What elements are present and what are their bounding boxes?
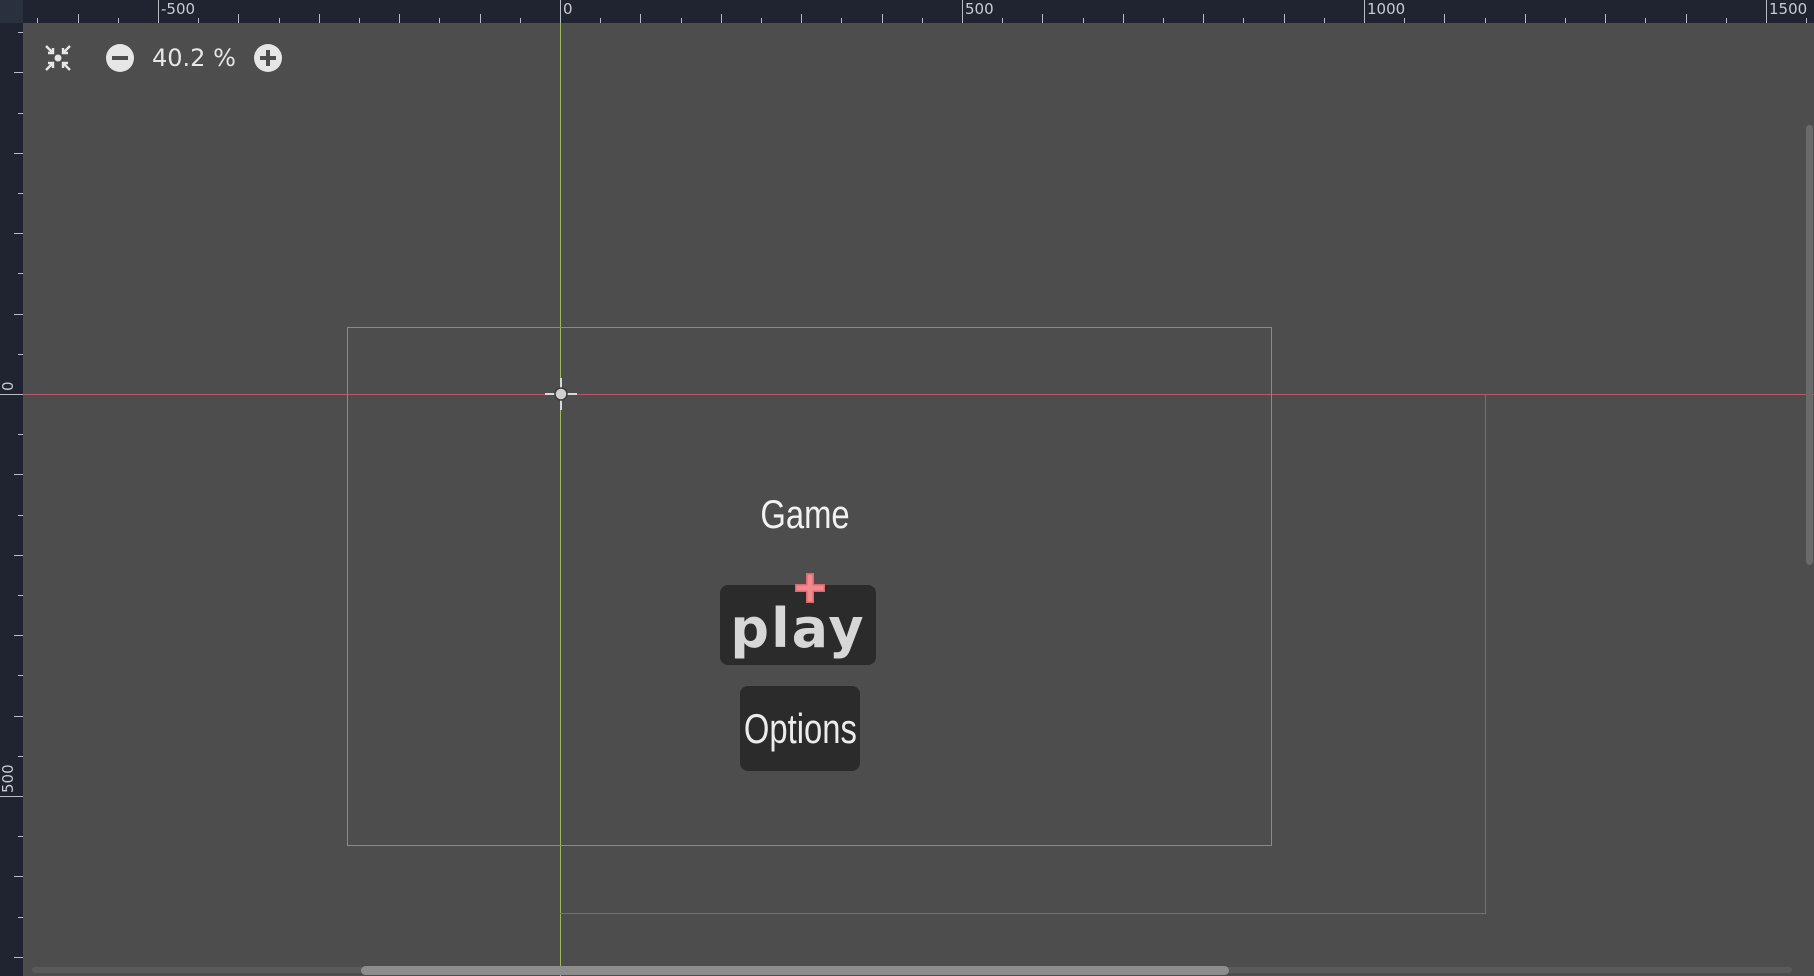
vertical-scrollbar[interactable]: [1806, 125, 1813, 565]
ruler-tick: [18, 193, 23, 194]
ruler-tick: [1284, 14, 1285, 23]
center-view-button[interactable]: [40, 40, 76, 76]
ruler-tick: [18, 515, 23, 516]
ruler-tick: [1203, 14, 1204, 23]
ruler-tick: [1726, 18, 1727, 23]
ruler-tick: [761, 18, 762, 23]
ruler-tick: [18, 32, 23, 33]
ruler-tick: [801, 14, 802, 23]
ruler-tick: [841, 18, 842, 23]
ruler-label-h: 0: [563, 0, 573, 18]
ruler-tick: [681, 18, 682, 23]
ruler-tick: [198, 18, 199, 23]
ruler-label-h: 1500: [1769, 0, 1808, 18]
ruler-tick: [1324, 18, 1325, 23]
pivot-cross-icon[interactable]: [791, 569, 829, 607]
ruler-tick: [1444, 14, 1445, 23]
ruler-tick: [14, 233, 23, 234]
ruler-tick: [14, 72, 23, 73]
ruler-tick: [640, 14, 641, 23]
options-button[interactable]: Options: [740, 686, 860, 771]
ruler-tick: [1525, 14, 1526, 23]
ruler-tick: [1404, 18, 1405, 23]
ruler-tick: [1123, 14, 1124, 23]
ruler-tick: [1042, 14, 1043, 23]
ruler-tick: [18, 756, 23, 757]
ruler-tick: [14, 716, 23, 717]
ruler-tick: [1243, 18, 1244, 23]
ruler-tick: [14, 957, 23, 958]
ruler-tick: [14, 635, 23, 636]
ruler-tick: [78, 14, 79, 23]
ruler-tick: [721, 14, 722, 23]
vertical-ruler[interactable]: 0 500: [0, 0, 23, 976]
canvas-viewport[interactable]: -500 0 500 1000 1500 0 500 Game play Options: [0, 0, 1814, 976]
ruler-tick: [1485, 18, 1486, 23]
zoom-level-label[interactable]: 40.2 %: [152, 44, 236, 72]
ruler-tick: [600, 18, 601, 23]
ruler-tick: [1163, 18, 1164, 23]
ruler-tick: [480, 14, 481, 23]
ruler-tick: [1605, 14, 1606, 23]
ruler-tick: [18, 675, 23, 676]
ruler-tick: [1083, 18, 1084, 23]
ruler-tick: [520, 18, 521, 23]
ruler-tick: [14, 555, 23, 556]
ruler-tick: [14, 876, 23, 877]
horizontal-ruler[interactable]: -500 0 500 1000 1500: [0, 0, 1814, 23]
ruler-tick: [18, 836, 23, 837]
ruler-label-v: 0: [0, 381, 17, 391]
ruler-tick: [882, 14, 883, 23]
zoom-out-icon: [106, 44, 134, 72]
ruler-label-v: 500: [0, 764, 17, 793]
ruler-tick: [14, 474, 23, 475]
ruler-tick: [37, 18, 38, 23]
ruler-tick: [118, 18, 119, 23]
ruler-tick: [1645, 18, 1646, 23]
ruler-tick: [18, 273, 23, 274]
ruler-label-h: -500: [161, 0, 196, 18]
ruler-tick: [18, 113, 23, 114]
ruler-tick: [439, 18, 440, 23]
center-view-icon: [45, 45, 71, 71]
ruler-tick: [18, 917, 23, 918]
ruler-tick: [922, 18, 923, 23]
options-button-label: Options: [743, 704, 857, 752]
ruler-tick: [1565, 18, 1566, 23]
ruler-tick: [1766, 0, 1767, 23]
ruler-tick: [1686, 14, 1687, 23]
ruler-tick: [1364, 0, 1365, 23]
horizontal-scrollbar[interactable]: [361, 966, 1229, 975]
ruler-tick: [238, 14, 239, 23]
ruler-tick: [14, 153, 23, 154]
ruler-tick: [0, 796, 23, 797]
zoom-in-button[interactable]: [250, 40, 286, 76]
ruler-tick: [279, 18, 280, 23]
zoom-in-icon: [253, 44, 282, 72]
ruler-tick: [14, 314, 23, 315]
ruler-tick: [18, 434, 23, 435]
ruler-label-h: 1000: [1367, 0, 1406, 18]
zoom-out-button[interactable]: [102, 40, 138, 76]
ruler-tick: [1002, 18, 1003, 23]
ruler-tick: [1806, 18, 1807, 23]
ruler-tick: [0, 394, 23, 395]
ruler-tick: [319, 14, 320, 23]
ruler-tick: [158, 0, 159, 23]
ruler-tick: [18, 595, 23, 596]
origin-crosshair-icon: [545, 378, 577, 410]
zoom-toolbar: 40.2 %: [40, 40, 286, 76]
ruler-tick: [359, 18, 360, 23]
ruler-tick: [18, 354, 23, 355]
game-title-label[interactable]: Game: [752, 493, 859, 538]
ruler-label-h: 500: [965, 0, 994, 18]
ruler-tick: [962, 0, 963, 23]
ruler-corner: [0, 0, 23, 23]
ruler-tick: [399, 14, 400, 23]
ruler-tick: [560, 0, 561, 23]
